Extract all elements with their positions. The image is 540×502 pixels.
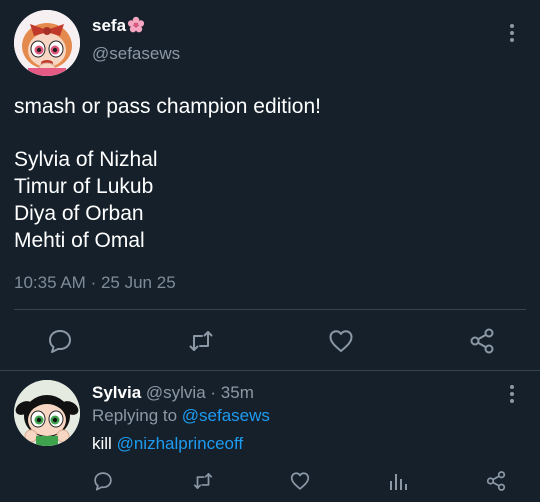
replying-to-link[interactable]: @sefasews xyxy=(182,406,270,425)
tweet-date: 25 Jun 25 xyxy=(100,273,176,292)
reply-handle[interactable]: @sylvia xyxy=(146,383,206,402)
reply-icon[interactable] xyxy=(92,470,114,492)
more-icon[interactable] xyxy=(505,383,519,405)
tweet-list-item: Sylvia of Nizhal xyxy=(14,148,158,171)
like-icon[interactable] xyxy=(327,327,355,355)
tweet-list-item: Mehti of Omal xyxy=(14,229,145,252)
cherry-blossom-emoji xyxy=(126,16,145,35)
avatar-image xyxy=(14,380,80,446)
reply-icon[interactable] xyxy=(46,327,74,355)
reply-text-prefix: kill xyxy=(92,434,112,453)
retweet-icon[interactable] xyxy=(192,470,214,492)
retweet-icon[interactable] xyxy=(187,327,215,355)
reply-header: Sylvia @sylvia · 35m xyxy=(92,383,254,403)
tweet-list-item: Diya of Orban xyxy=(14,202,144,225)
author-avatar[interactable] xyxy=(14,10,80,76)
share-icon[interactable] xyxy=(468,327,496,355)
more-icon[interactable] xyxy=(505,22,519,44)
tweet-timestamp[interactable]: 10:35 AM · 25 Jun 25 xyxy=(14,273,176,293)
share-icon[interactable] xyxy=(485,470,507,492)
author-display-name[interactable]: sefa xyxy=(92,16,145,36)
avatar-image xyxy=(14,10,80,76)
divider xyxy=(14,309,526,310)
divider xyxy=(0,370,540,371)
tweet-text-line: smash or pass champion edition! xyxy=(14,95,321,118)
meta-separator: · xyxy=(90,273,97,292)
analytics-icon[interactable] xyxy=(387,470,409,492)
tweet-list-item: Timur of Lukub xyxy=(14,175,154,198)
author-name-text: sefa xyxy=(92,16,127,35)
meta-separator: · xyxy=(210,383,217,402)
like-icon[interactable] xyxy=(289,470,311,492)
reply-avatar[interactable] xyxy=(14,380,80,446)
replying-to: Replying to @sefasews xyxy=(92,406,270,426)
reply-display-name[interactable]: Sylvia xyxy=(92,383,141,402)
tweet-time: 10:35 AM xyxy=(14,273,86,292)
replying-to-label: Replying to xyxy=(92,406,178,425)
mention-link[interactable]: @nizhalprinceoff xyxy=(117,434,244,453)
reply-text: kill @nizhalprinceoff xyxy=(92,434,243,454)
author-handle[interactable]: @sefasews xyxy=(92,44,180,64)
reply-age[interactable]: 35m xyxy=(221,383,254,402)
